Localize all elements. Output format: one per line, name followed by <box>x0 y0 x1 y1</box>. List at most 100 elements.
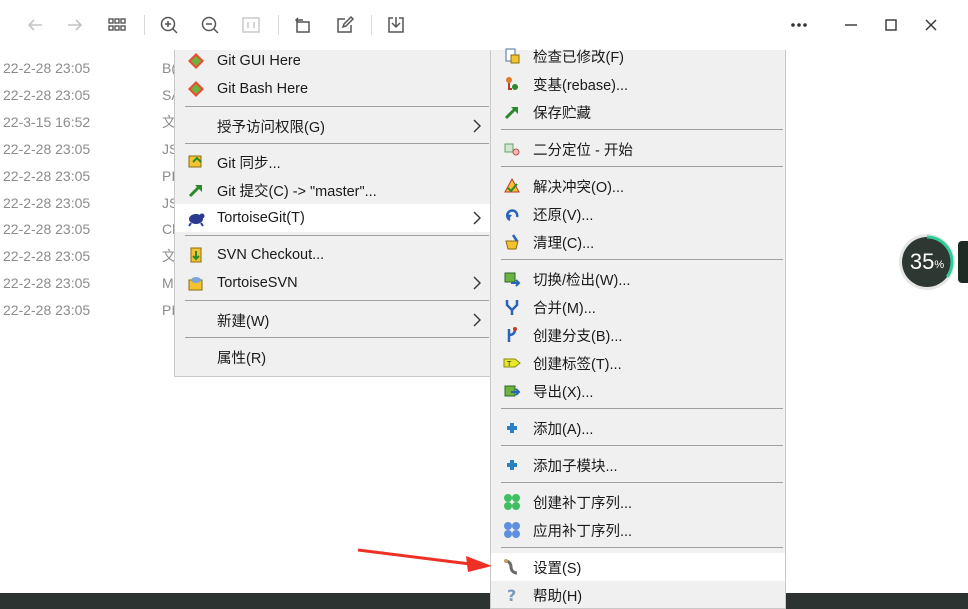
svn-checkout-icon <box>187 246 205 264</box>
gauge-value: 35 <box>909 249 935 274</box>
chevron-right-icon <box>471 312 483 328</box>
list-item[interactable]: 22-2-28 23:05 JS <box>0 136 200 163</box>
menu-item-add-submodule[interactable]: 添加子模块... <box>491 451 785 479</box>
list-item[interactable]: 22-2-28 23:05 文 <box>0 243 200 270</box>
menu-item-label: 创建补丁序列... <box>533 495 633 512</box>
list-item[interactable]: 22-2-28 23:05 SA <box>0 82 200 109</box>
check-modified-icon <box>503 47 521 65</box>
git-commit-icon <box>187 181 205 199</box>
apply-patch-icon <box>503 521 521 539</box>
menu-item-add[interactable]: 添加(A)... <box>491 414 785 442</box>
list-item[interactable]: 22-2-28 23:05 Cl <box>0 216 200 243</box>
menu-item-label: TortoiseSVN <box>217 275 298 291</box>
bisect-icon <box>503 140 521 158</box>
toolbar-divider <box>371 15 372 35</box>
list-item[interactable]: 22-2-28 23:05 M <box>0 270 200 297</box>
menu-item-main_menu-9[interactable]: 属性(R) <box>175 343 491 371</box>
back-arrow-icon[interactable] <box>22 12 48 38</box>
menu-item-svn-checkout[interactable]: SVN Checkout... <box>175 241 491 269</box>
menu-item-label: Git 提交(C) -> "master"... <box>217 183 377 200</box>
menu-item-merge[interactable]: 合并(M)... <box>491 293 785 321</box>
menu-item-check-modified[interactable]: 检查已修改(F) <box>491 42 785 70</box>
menu-item-stash-save[interactable]: 保存贮藏 <box>491 98 785 126</box>
menu-item-label: 二分定位 - 开始 <box>533 142 633 159</box>
menu-separator <box>501 482 783 483</box>
menu-separator <box>501 259 783 260</box>
menu-item-settings[interactable]: 设置(S) <box>491 553 785 581</box>
menu-separator <box>185 235 489 236</box>
menu-item-label: 切换/检出(W)... <box>533 272 631 289</box>
menu-item-main_menu-2[interactable]: 授予访问权限(G) <box>175 112 491 140</box>
file-date: 22-2-28 23:05 <box>3 221 91 238</box>
menu-item-help[interactable]: ? 帮助(H) <box>491 581 785 609</box>
menu-item-bisect[interactable]: 二分定位 - 开始 <box>491 135 785 163</box>
menu-item-git-commit[interactable]: Git 提交(C) -> "master"... <box>175 176 491 204</box>
download-icon[interactable] <box>383 12 409 38</box>
menu-separator <box>185 143 489 144</box>
menu-item-git-sync[interactable]: Git 同步... <box>175 148 491 176</box>
help-icon: ? <box>503 586 521 605</box>
zoom-out-icon[interactable] <box>197 12 223 38</box>
list-item[interactable]: 22-2-28 23:05 B( <box>0 55 200 82</box>
list-item[interactable]: 22-2-28 23:05 PI <box>0 163 200 190</box>
menu-separator <box>185 106 489 107</box>
menu-item-create-patch[interactable]: 创建补丁序列... <box>491 488 785 516</box>
background-image-strip <box>0 593 968 609</box>
list-item[interactable]: 22-3-15 16:52 文 <box>0 109 200 136</box>
svg-text:?: ? <box>507 586 516 604</box>
menu-item-label: 新建(W) <box>217 313 270 330</box>
menu-item-label: 添加子模块... <box>533 458 618 475</box>
menu-item-label: 帮助(H) <box>533 588 583 605</box>
menu-item-main_menu-8[interactable]: 新建(W) <box>175 306 491 334</box>
menu-item-tortoisesvn[interactable]: TortoiseSVN <box>175 269 491 297</box>
cleanup-icon <box>503 233 521 251</box>
menu-item-export[interactable]: 导出(X)... <box>491 377 785 405</box>
merge-icon <box>503 298 521 316</box>
menu-item-revert[interactable]: 还原(V)... <box>491 200 785 228</box>
settings-icon <box>503 558 521 576</box>
edit-icon[interactable] <box>332 12 358 38</box>
stash-save-icon <box>503 103 521 121</box>
create-tag-icon: T <box>503 354 521 372</box>
add-submodule-icon <box>503 456 521 474</box>
more-icon[interactable] <box>786 12 812 38</box>
rebase-icon <box>503 75 521 93</box>
fit-icon[interactable] <box>238 12 264 38</box>
menu-item-tortoisegit[interactable]: TortoiseGit(T) <box>175 204 491 232</box>
menu-item-create-tag[interactable]: T 创建标签(T)... <box>491 349 785 377</box>
forward-arrow-icon[interactable] <box>62 12 88 38</box>
create-patch-icon <box>503 493 521 511</box>
menu-item-apply-patch[interactable]: 应用补丁序列... <box>491 516 785 544</box>
memory-gauge[interactable]: 35% <box>898 233 956 291</box>
menu-separator <box>501 445 783 446</box>
rotate-icon[interactable] <box>290 12 316 38</box>
chevron-right-icon <box>471 210 483 226</box>
list-item[interactable]: 22-2-28 23:05 PI <box>0 297 200 324</box>
menu-item-label: 添加(A)... <box>533 421 594 438</box>
list-item[interactable]: 22-2-28 23:05 JS <box>0 190 200 217</box>
menu-item-resolve-conflict[interactable]: 解决冲突(O)... <box>491 172 785 200</box>
file-date: 22-2-28 23:05 <box>3 248 91 265</box>
menu-item-switch-checkout[interactable]: 切换/检出(W)... <box>491 265 785 293</box>
menu-item-create-branch[interactable]: 创建分支(B)... <box>491 321 785 349</box>
svg-text:T: T <box>506 360 512 368</box>
menu-item-label: 检查已修改(F) <box>533 49 625 66</box>
menu-item-label: 创建分支(B)... <box>533 328 623 345</box>
menu-item-cleanup[interactable]: 清理(C)... <box>491 228 785 256</box>
menu-separator <box>501 547 783 548</box>
zoom-in-icon[interactable] <box>156 12 182 38</box>
minimize-icon[interactable] <box>838 12 864 38</box>
menu-item-label: 属性(R) <box>217 350 267 367</box>
menu-item-label: 解决冲突(O)... <box>533 179 625 196</box>
menu-item-label: Git GUI Here <box>217 53 301 69</box>
gauge-unit: % <box>934 259 945 271</box>
side-panel-tab[interactable] <box>958 241 968 283</box>
menu-item-rebase[interactable]: 变基(rebase)... <box>491 70 785 98</box>
menu-item-git-gui[interactable]: Git GUI Here <box>175 47 491 75</box>
menu-item-git-bash[interactable]: Git Bash Here <box>175 75 491 103</box>
close-icon[interactable] <box>918 12 944 38</box>
maximize-icon[interactable] <box>878 12 904 38</box>
create-branch-icon <box>503 326 521 344</box>
grid-view-icon[interactable] <box>104 12 130 38</box>
export-icon <box>503 382 521 400</box>
